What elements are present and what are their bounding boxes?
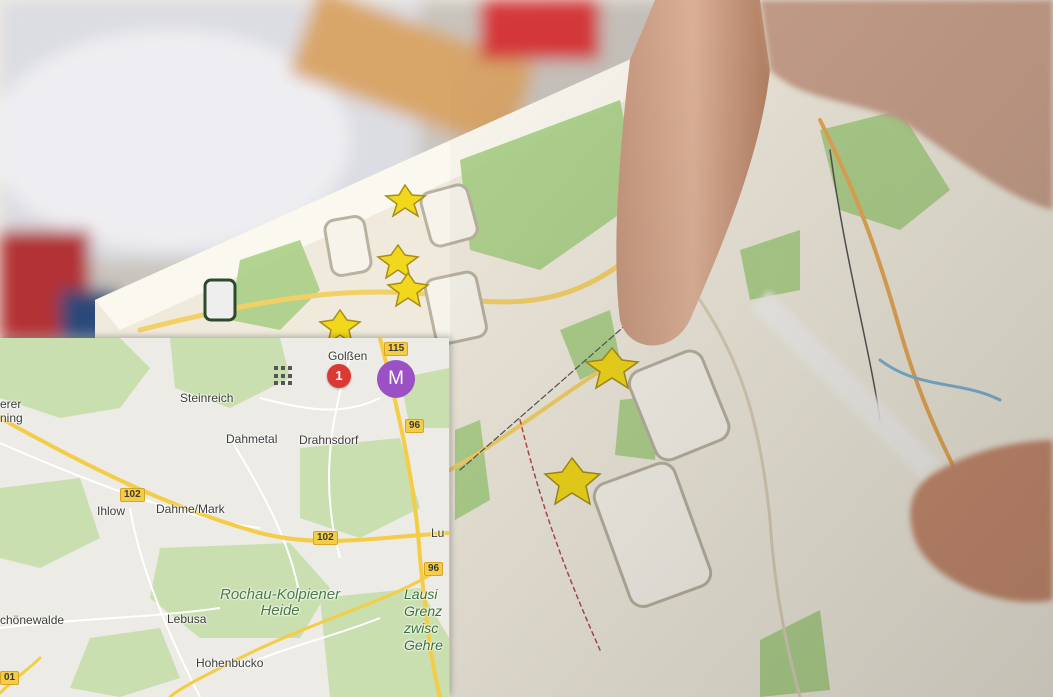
reserve-line-2: Grenz xyxy=(404,603,443,619)
map-panel[interactable]: Golßen Steinreich Dahmetal Drahnsdorf Ih… xyxy=(0,338,449,697)
forest-area-line-1: Rochau-Kolpiener xyxy=(220,586,341,603)
avatar[interactable]: M xyxy=(377,360,415,398)
place-label: Lu xyxy=(431,526,445,540)
place-label: Dahme/Mark xyxy=(156,502,225,516)
reserve-line-4: Gehre xyxy=(404,637,443,653)
notification-badge[interactable]: 1 xyxy=(327,364,351,388)
reserve-line-1: Lausi xyxy=(404,586,438,602)
place-label: Lebusa xyxy=(167,612,207,626)
place-label: Hohenbucko xyxy=(196,656,264,670)
reserve-line-3: zwisc xyxy=(404,620,439,636)
forest-area-label: Rochau-Kolpiener Heide xyxy=(220,587,340,619)
forest-area-line-2: Heide xyxy=(260,602,300,619)
road-shield: 96 xyxy=(405,419,425,433)
place-label: Steinreich xyxy=(180,391,234,405)
place-label: Ihlow xyxy=(97,504,126,518)
place-label: erer xyxy=(0,397,22,411)
road-shield: 96 xyxy=(424,562,444,576)
apps-grid-icon[interactable] xyxy=(273,365,295,387)
place-label: ning xyxy=(0,411,23,425)
reserve-area-label: Lausi Grenz zwisc Gehre xyxy=(404,586,443,654)
road-shield: 102 xyxy=(120,488,145,502)
place-label: Golßen xyxy=(328,349,368,363)
place-label: Drahnsdorf xyxy=(299,433,359,447)
place-label: chönewalde xyxy=(0,613,65,627)
place-label: Dahmetal xyxy=(226,432,278,446)
road-shield: 115 xyxy=(384,342,409,356)
road-shield: 102 xyxy=(313,531,338,545)
road-shield: 01 xyxy=(0,671,20,685)
